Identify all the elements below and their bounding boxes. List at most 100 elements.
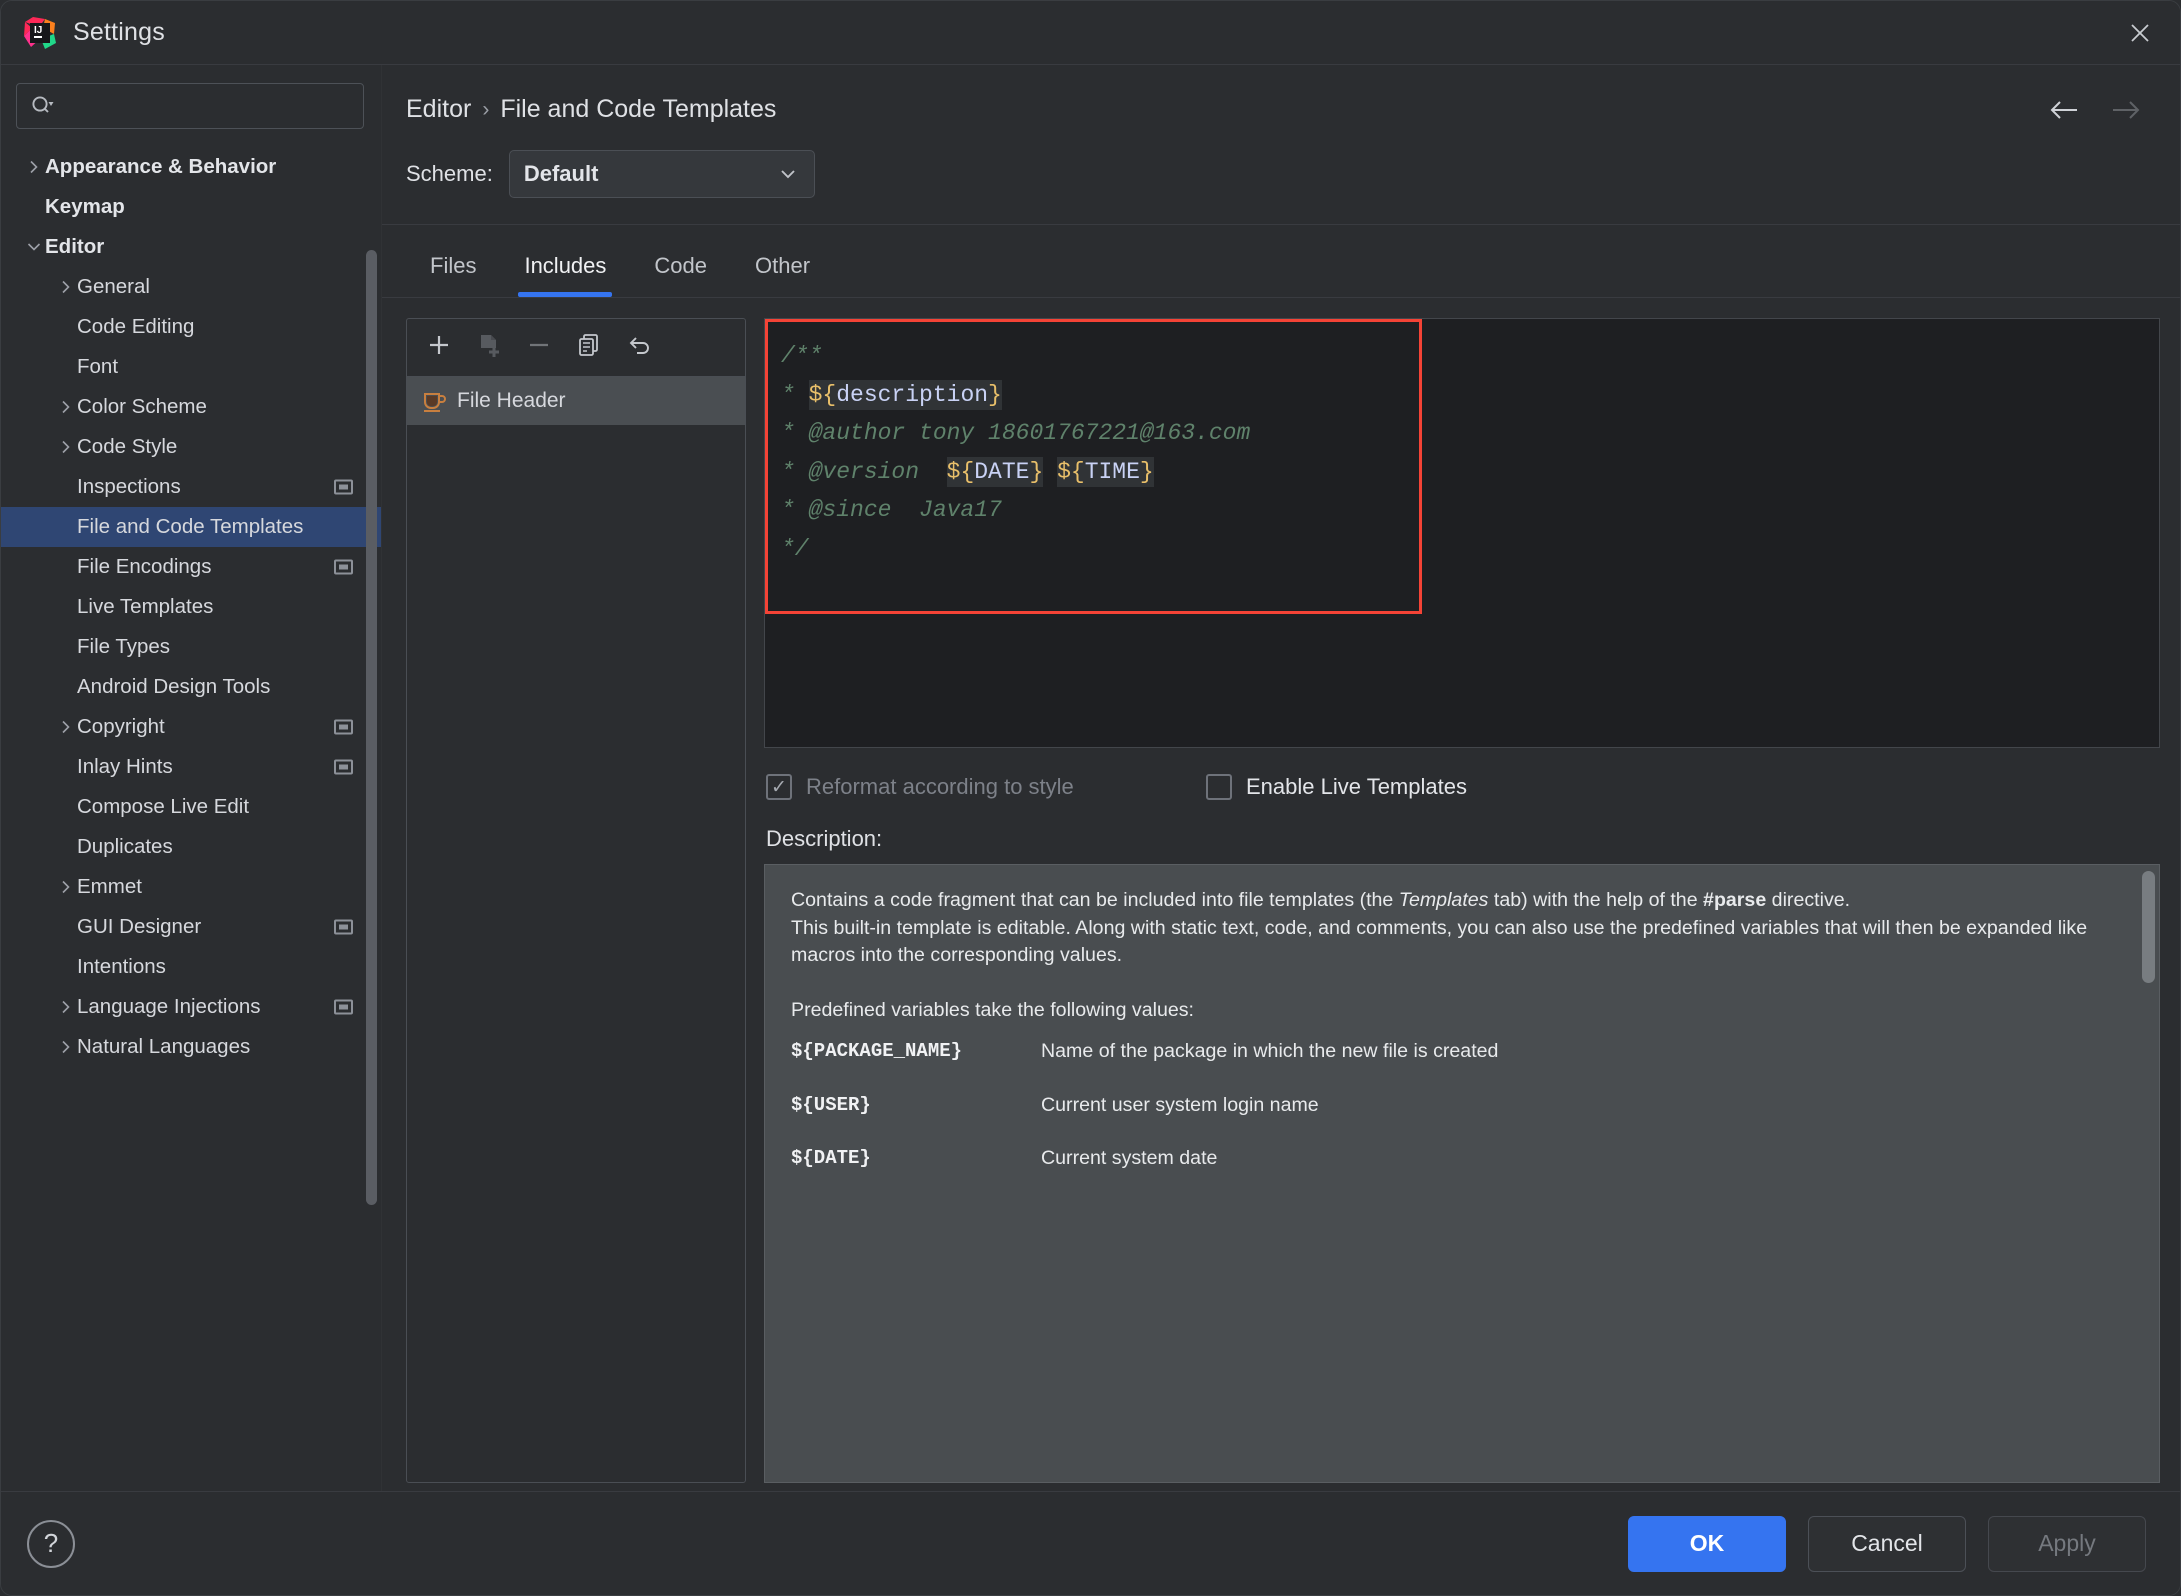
description-paragraph-1: Contains a code fragment that can be inc… bbox=[791, 887, 2125, 915]
intellij-idea-logo-icon: IJ bbox=[23, 16, 57, 50]
sidebar-item-appearance-behavior[interactable]: Appearance & Behavior bbox=[1, 147, 381, 187]
sidebar-item-inspections[interactable]: Inspections bbox=[1, 467, 381, 507]
template-editor-pane: /*** ${description}* @author tony 186017… bbox=[764, 318, 2160, 1483]
sidebar-item-color-scheme[interactable]: Color Scheme bbox=[1, 387, 381, 427]
sidebar-item-gui-designer[interactable]: GUI Designer bbox=[1, 907, 381, 947]
table-row: ${PACKAGE_NAME}Name of the package in wh… bbox=[791, 1038, 2125, 1066]
undo-icon bbox=[625, 331, 653, 364]
project-scope-icon bbox=[334, 1000, 353, 1015]
template-list[interactable]: File Header bbox=[407, 377, 745, 425]
template-toolbar bbox=[407, 319, 745, 377]
sidebar-item-android-design-tools[interactable]: Android Design Tools bbox=[1, 667, 381, 707]
tab-code[interactable]: Code bbox=[630, 253, 731, 297]
sidebar-item-natural-languages[interactable]: Natural Languages bbox=[1, 1027, 381, 1067]
chevron-right-icon[interactable] bbox=[55, 436, 77, 458]
description-scrollbar-thumb[interactable] bbox=[2142, 871, 2155, 983]
sidebar-item-code-editing[interactable]: Code Editing bbox=[1, 307, 381, 347]
chevron-right-icon[interactable] bbox=[55, 276, 77, 298]
chevron-right-icon[interactable] bbox=[55, 996, 77, 1018]
sidebar-item-file-and-code-templates[interactable]: File and Code Templates bbox=[1, 507, 381, 547]
search-input[interactable] bbox=[59, 96, 351, 116]
code-variable-name: TIME bbox=[1085, 459, 1140, 485]
scheme-value: Default bbox=[524, 161, 599, 187]
template-tabs[interactable]: FilesIncludesCodeOther bbox=[382, 225, 2180, 297]
template-code-text[interactable]: /*** ${description}* @author tony 186017… bbox=[765, 319, 2159, 568]
search-container bbox=[1, 65, 381, 143]
apply-button[interactable]: Apply bbox=[1988, 1516, 2146, 1572]
sidebar-item-language-injections[interactable]: Language Injections bbox=[1, 987, 381, 1027]
plus-icon bbox=[425, 331, 453, 364]
description-paragraph-2: This built-in template is editable. Alon… bbox=[791, 915, 2125, 970]
twisty-placeholder bbox=[55, 836, 77, 858]
breadcrumb-parent[interactable]: Editor bbox=[406, 95, 471, 124]
enable-live-templates-checkbox[interactable]: Enable Live Templates bbox=[1206, 774, 1467, 800]
sidebar-item-label: Code Editing bbox=[77, 315, 194, 339]
desc-p1c: directive. bbox=[1766, 889, 1850, 911]
arrow-right-icon[interactable] bbox=[2108, 93, 2142, 127]
reformat-checkbox[interactable]: Reformat according to style bbox=[766, 774, 1206, 800]
chevron-right-icon[interactable] bbox=[55, 396, 77, 418]
settings-dialog: IJ Settings bbox=[0, 0, 2181, 1596]
sidebar-item-inlay-hints[interactable]: Inlay Hints bbox=[1, 747, 381, 787]
sidebar-item-label: Language Injections bbox=[77, 995, 261, 1019]
sidebar-item-copyright[interactable]: Copyright bbox=[1, 707, 381, 747]
chevron-right-icon[interactable] bbox=[55, 876, 77, 898]
sidebar-item-editor[interactable]: Editor bbox=[1, 227, 381, 267]
sidebar-item-live-templates[interactable]: Live Templates bbox=[1, 587, 381, 627]
sidebar-item-compose-live-edit[interactable]: Compose Live Edit bbox=[1, 787, 381, 827]
chevron-right-icon[interactable] bbox=[23, 156, 45, 178]
code-line: * @author tony 18601767221@163.com bbox=[781, 414, 2159, 453]
sidebar-item-emmet[interactable]: Emmet bbox=[1, 867, 381, 907]
sidebar-item-label: Live Templates bbox=[77, 595, 213, 619]
help-icon[interactable]: ? bbox=[27, 1520, 75, 1568]
sidebar-item-duplicates[interactable]: Duplicates bbox=[1, 827, 381, 867]
sidebar-scrollbar[interactable] bbox=[366, 175, 377, 1175]
sidebar-item-code-style[interactable]: Code Style bbox=[1, 427, 381, 467]
title-bar: IJ Settings bbox=[1, 1, 2180, 65]
sidebar-item-font[interactable]: Font bbox=[1, 347, 381, 387]
code-comment: /** bbox=[781, 343, 822, 369]
scheme-select[interactable]: Default bbox=[509, 150, 815, 198]
close-icon[interactable] bbox=[2118, 11, 2162, 55]
minus-icon bbox=[525, 331, 553, 364]
ok-button[interactable]: OK bbox=[1628, 1516, 1786, 1572]
checkbox-box[interactable] bbox=[1206, 774, 1232, 800]
variable-description: Current user system login name bbox=[1041, 1092, 2125, 1120]
chevron-right-icon[interactable] bbox=[55, 716, 77, 738]
scheme-row: Scheme: Default bbox=[382, 124, 2180, 224]
sidebar-item-label: Color Scheme bbox=[77, 395, 207, 419]
tab-includes[interactable]: Includes bbox=[500, 253, 630, 297]
reset-template-button[interactable] bbox=[617, 326, 661, 370]
sidebar-item-intentions[interactable]: Intentions bbox=[1, 947, 381, 987]
chevron-down-icon[interactable] bbox=[23, 236, 45, 258]
settings-content: Editor › File and Code Templates bbox=[382, 65, 2180, 1491]
tab-files[interactable]: Files bbox=[406, 253, 500, 297]
code-line: /** bbox=[781, 337, 2159, 376]
sidebar-item-label: General bbox=[77, 275, 150, 299]
settings-tree[interactable]: Appearance & BehaviorKeymapEditor General… bbox=[1, 143, 381, 1491]
sidebar-item-file-types[interactable]: File Types bbox=[1, 627, 381, 667]
code-variable-delimiter: } bbox=[988, 382, 1002, 408]
help-label: ? bbox=[44, 1528, 58, 1559]
sidebar-item-file-encodings[interactable]: File Encodings bbox=[1, 547, 381, 587]
arrow-left-icon[interactable] bbox=[2048, 93, 2082, 127]
template-code-editor[interactable]: /*** ${description}* @author tony 186017… bbox=[764, 318, 2160, 748]
list-item[interactable]: File Header bbox=[407, 377, 745, 425]
code-variable-chip: ${DATE} bbox=[947, 457, 1044, 487]
search-box[interactable] bbox=[16, 83, 364, 129]
project-scope-icon bbox=[334, 920, 353, 935]
tab-other[interactable]: Other bbox=[731, 253, 834, 297]
breadcrumb: Editor › File and Code Templates bbox=[382, 65, 2180, 124]
sidebar-scrollbar-thumb[interactable] bbox=[366, 250, 377, 1205]
project-scope-icon bbox=[334, 760, 353, 775]
list-item-label: File Header bbox=[457, 389, 566, 413]
copy-template-button[interactable] bbox=[567, 326, 611, 370]
checkbox-box[interactable] bbox=[766, 774, 792, 800]
twisty-placeholder bbox=[55, 556, 77, 578]
chevron-right-icon[interactable] bbox=[55, 1036, 77, 1058]
twisty-placeholder bbox=[55, 356, 77, 378]
sidebar-item-general[interactable]: General bbox=[1, 267, 381, 307]
sidebar-item-keymap[interactable]: Keymap bbox=[1, 187, 381, 227]
add-template-button[interactable] bbox=[417, 326, 461, 370]
cancel-button[interactable]: Cancel bbox=[1808, 1516, 1966, 1572]
